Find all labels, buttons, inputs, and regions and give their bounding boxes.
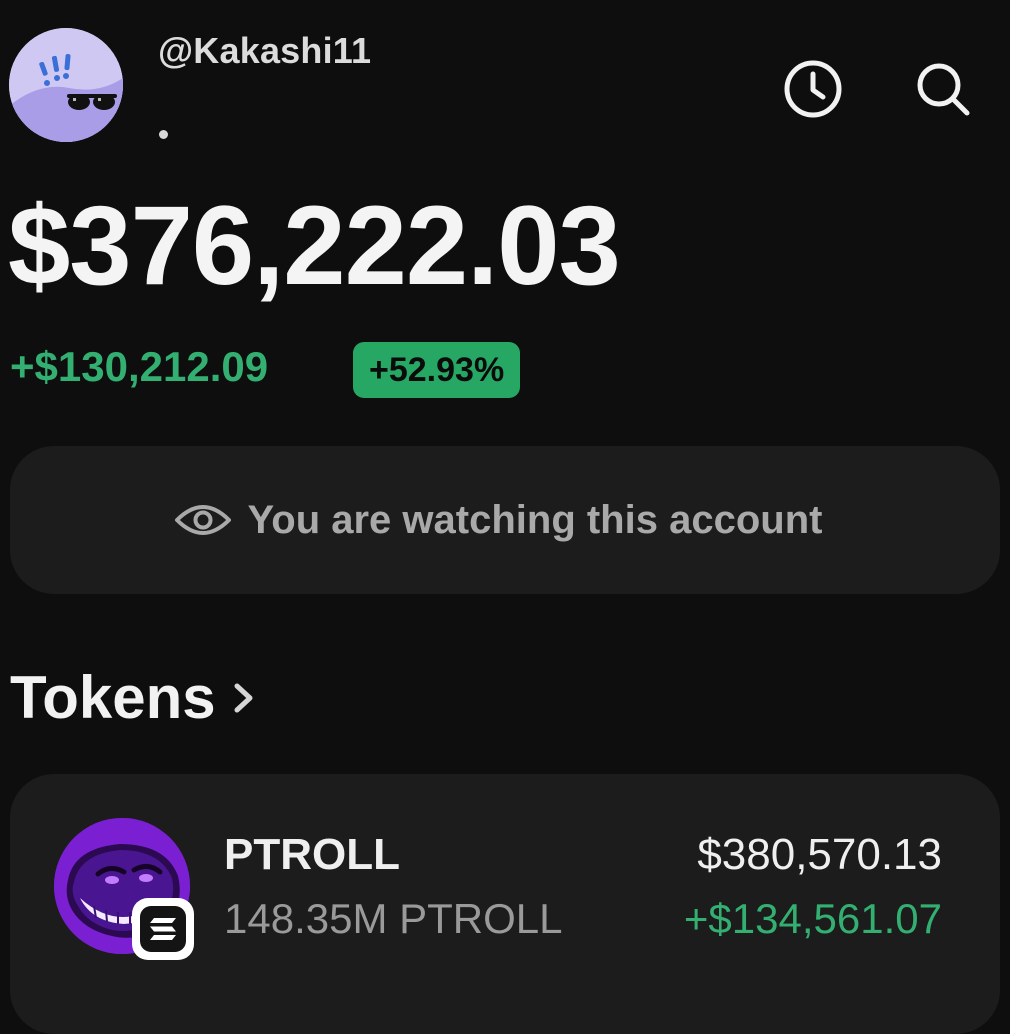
history-button[interactable] [780,56,846,122]
token-change: +$134,561.07 [683,895,942,942]
token-value: $380,570.13 [697,830,942,879]
tokens-section-header[interactable]: Tokens [10,668,258,728]
solana-chain-icon [150,918,176,940]
token-name: PTROLL [224,830,400,879]
sunglasses-exclaim-avatar-icon [9,28,123,142]
tokens-title: Tokens [10,664,216,731]
balance-change-percent-badge: +52.93% [353,342,521,398]
search-button[interactable] [910,56,976,122]
avatar[interactable] [9,28,123,142]
status-dot [159,130,168,139]
balance-change-amount: +$130,212.09 [10,343,269,390]
username: @Kakashi11 [158,30,372,71]
clock-icon [784,60,842,118]
search-icon [917,63,970,116]
eye-icon [174,505,231,535]
watching-account-banner: You are watching this account [10,446,1000,594]
token-amount: 148.35M PTROLL [224,895,563,942]
token-row-ptroll[interactable]: PTROLL 148.35M PTROLL $380,570.13 +$134,… [10,774,1000,1034]
total-balance: $376,222.03 [8,183,621,308]
chevron-right-icon [234,683,253,713]
watching-account-text: You are watching this account [247,497,823,542]
chain-badge [132,898,194,960]
